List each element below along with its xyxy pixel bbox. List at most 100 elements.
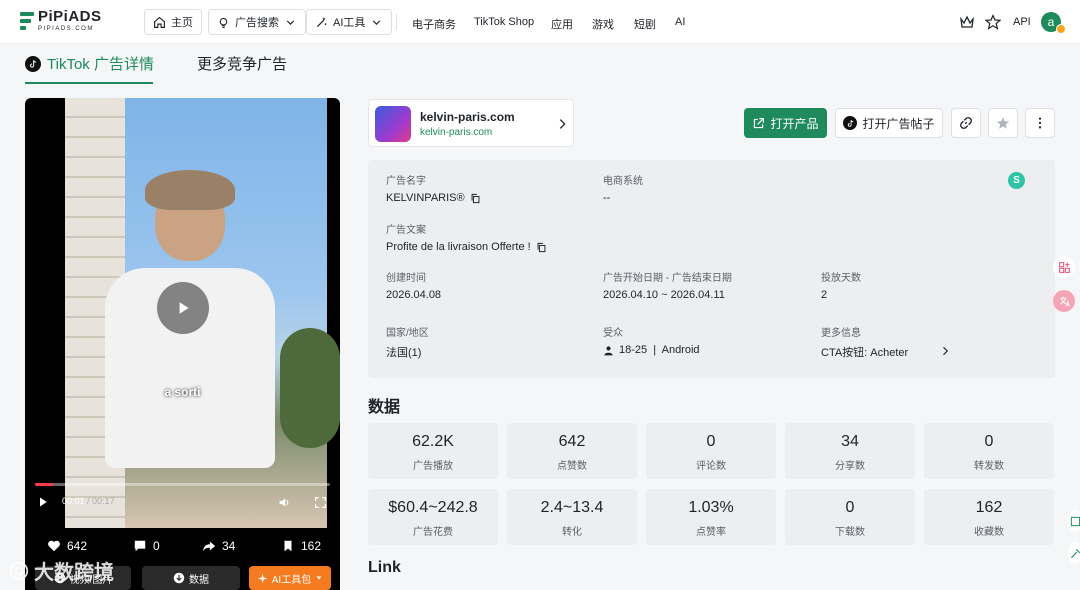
audience-value: 18-25 | Android xyxy=(603,344,700,356)
apps-icon[interactable] xyxy=(1053,256,1075,278)
country-label: 国家/地区 xyxy=(386,328,429,339)
tool-icon[interactable] xyxy=(1068,542,1080,564)
fullscreen-button[interactable] xyxy=(314,496,327,509)
nav-home-button[interactable]: 主页 xyxy=(144,9,202,35)
volume-button[interactable] xyxy=(278,496,291,509)
copy-link-button[interactable] xyxy=(951,108,981,138)
ad-copy-value: Profite de la livraison Offerte ! xyxy=(386,241,547,253)
link-section-title: Link xyxy=(368,559,401,576)
play-icon xyxy=(40,497,47,507)
avatar-badge xyxy=(1056,24,1066,34)
stat-card-value: $60.4~242.8 xyxy=(388,499,478,516)
video-player[interactable]: a sorti 00:01 / 00:17 xyxy=(25,98,340,528)
play-icon xyxy=(179,302,189,314)
star-icon xyxy=(996,117,1010,129)
more-info-value[interactable]: CTA按钮: Acheter xyxy=(821,344,908,360)
created-value: 2026.04.08 xyxy=(386,289,442,301)
sparkle-icon xyxy=(257,573,268,583)
watermark: 大数跨境 xyxy=(8,556,114,585)
logo-subtext: PIPIADS.COM xyxy=(38,26,94,32)
chevron-down-icon xyxy=(286,19,295,25)
link-icon xyxy=(960,117,972,129)
video-progress-fill xyxy=(35,483,53,486)
nav-ad-search-button[interactable]: 广告搜索 xyxy=(208,9,306,35)
play-control[interactable] xyxy=(37,496,49,508)
magic-wand-icon xyxy=(317,17,327,27)
stat-card: 0 下载数 xyxy=(785,489,915,545)
advertiser-url[interactable]: kelvin-paris.com xyxy=(420,127,492,138)
fullscreen-icon xyxy=(314,496,327,509)
open-ad-post-button[interactable]: 打开广告帖子 xyxy=(835,108,943,138)
bookmark-icon xyxy=(284,540,292,552)
open-product-button[interactable]: 打开产品 xyxy=(744,108,827,138)
stat-card-label: 广告播放 xyxy=(413,461,453,472)
logo[interactable]: PiPiADS PIPIADS.COM xyxy=(20,9,102,32)
ecommerce-value: -- xyxy=(603,192,611,204)
video-progress-bar[interactable] xyxy=(35,483,330,486)
favorite-button[interactable] xyxy=(988,108,1018,138)
nav-link-tiktok-shop[interactable]: TikTok Shop xyxy=(474,16,534,28)
star-icon[interactable] xyxy=(985,14,1001,30)
nav-link-ecommerce[interactable]: 电子商务 xyxy=(412,16,456,32)
play-button[interactable] xyxy=(157,282,209,334)
copy-icon[interactable] xyxy=(470,193,481,204)
nav-link-apps[interactable]: 应用 xyxy=(551,16,573,32)
nav-link-ai[interactable]: AI xyxy=(675,16,685,28)
tab-more-competitor-ads[interactable]: 更多竞争广告 xyxy=(197,53,287,74)
stat-card-label: 转化 xyxy=(562,527,582,538)
nav-link-games[interactable]: 游戏 xyxy=(592,16,614,32)
stat-card-label: 评论数 xyxy=(696,461,726,472)
active-tab-indicator xyxy=(25,82,153,84)
stat-card-label: 点赞数 xyxy=(557,461,587,472)
more-options-button[interactable] xyxy=(1025,108,1055,138)
top-nav: PiPiADS PIPIADS.COM 主页 广告搜索 AI工具 电子商务 Ti… xyxy=(0,0,1080,44)
more-vertical-icon xyxy=(1038,117,1042,129)
ad-copy-label: 广告文案 xyxy=(386,225,426,236)
nav-ai-tools-label: AI工具 xyxy=(333,17,366,29)
data-section-title: 数据 xyxy=(368,399,401,416)
stat-card-label: 收藏数 xyxy=(974,527,1004,538)
external-link-icon xyxy=(754,117,765,128)
copy-icon[interactable] xyxy=(536,242,547,253)
stat-card-value: 642 xyxy=(558,433,586,450)
tiktok-icon xyxy=(843,116,858,130)
stat-card-value: 0 xyxy=(706,433,716,450)
advertiser-card[interactable]: kelvin-paris.com kelvin-paris.com xyxy=(368,99,574,147)
stat-card: 1.03% 点赞率 xyxy=(646,489,776,545)
stat-card-value: 1.03% xyxy=(688,499,734,516)
video-caption: a sorti xyxy=(164,385,201,399)
stat-card: 2.4~13.4 转化 xyxy=(507,489,637,545)
stat-card-value: 34 xyxy=(841,433,859,450)
edit-icon[interactable] xyxy=(1068,510,1080,532)
stat-card-label: 点赞率 xyxy=(696,527,726,538)
audience-label: 受众 xyxy=(603,328,623,339)
ai-toolkit-button[interactable]: AI工具包 xyxy=(249,566,331,590)
ad-period-label: 广告开始日期 - 广告结束日期 xyxy=(603,273,732,284)
tiktok-icon xyxy=(25,55,41,72)
time-total: 00:17 xyxy=(92,496,115,506)
ad-name-label: 广告名字 xyxy=(386,176,426,187)
shares-stat: 34 xyxy=(202,539,235,553)
translate-icon[interactable] xyxy=(1053,290,1075,312)
comments-stat: 0 xyxy=(133,539,160,553)
chevron-right-icon[interactable] xyxy=(939,345,951,357)
nav-link-short-drama[interactable]: 短剧 xyxy=(634,16,656,32)
logo-icon xyxy=(20,10,34,32)
crown-icon[interactable] xyxy=(959,14,975,30)
data-button[interactable]: 数据 xyxy=(142,566,240,590)
advertiser-name: kelvin-paris.com xyxy=(420,110,515,124)
stat-card-label: 下载数 xyxy=(835,527,865,538)
share-icon xyxy=(202,541,216,552)
logo-text: PiPiADS xyxy=(38,8,102,25)
nav-ai-tools-button[interactable]: AI工具 xyxy=(306,9,393,35)
nav-api-link[interactable]: API xyxy=(1013,16,1031,28)
tab-tiktok-ad-detail[interactable]: TikTok 广告详情 xyxy=(25,53,154,74)
more-info-label: 更多信息 xyxy=(821,328,861,339)
nav-ad-search-label: 广告搜索 xyxy=(235,17,279,29)
stat-card: 642 点赞数 xyxy=(507,423,637,479)
advertiser-logo xyxy=(375,106,411,142)
home-icon xyxy=(154,16,165,28)
stat-card: 34 分享数 xyxy=(785,423,915,479)
stat-card-value: 2.4~13.4 xyxy=(540,499,604,516)
run-days-value: 2 xyxy=(821,289,828,301)
